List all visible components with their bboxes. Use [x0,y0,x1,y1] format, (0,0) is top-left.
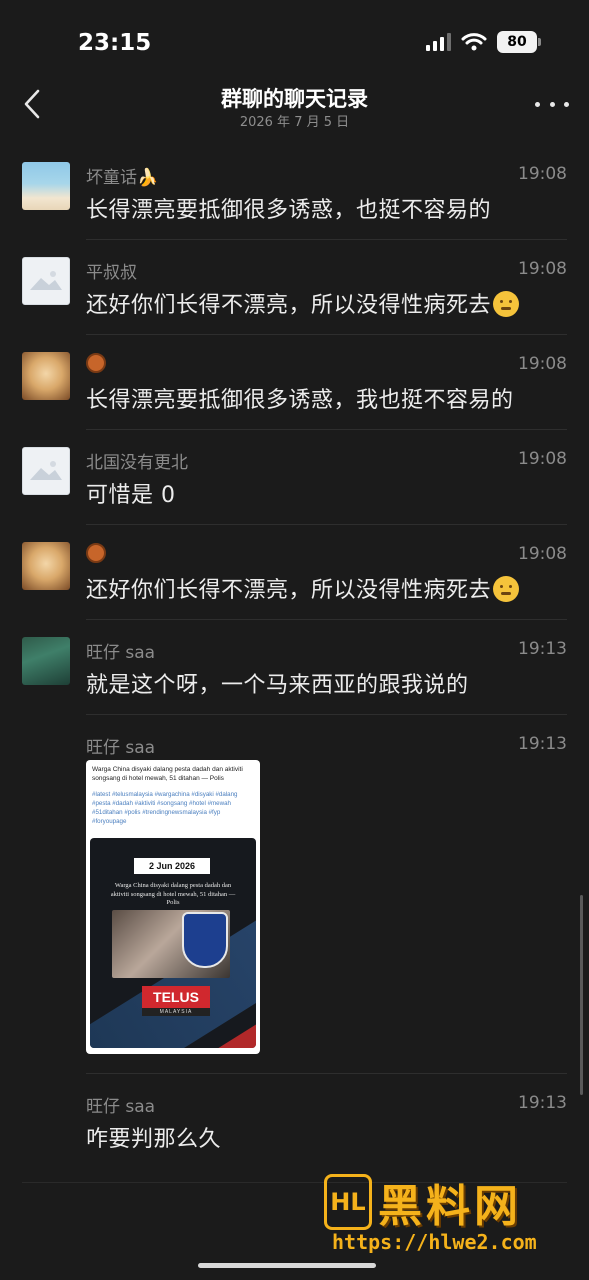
message-time: 19:08 [518,164,567,184]
landscape-placeholder-icon [30,271,62,290]
message-item[interactable]: 坏童话🍌 19:08 长得漂亮要抵御很多诱惑，也挺不容易的 [0,162,589,254]
page-title: 群聊的聊天记录 [221,87,368,111]
landscape-placeholder-icon [30,461,62,480]
more-button[interactable] [535,94,569,114]
message-item[interactable]: 旺仔 saa 19:13 Warga China disyaki dalang … [0,732,589,1062]
message-time: 19:13 [518,639,567,659]
more-dots-icon [535,101,540,107]
avatar[interactable] [22,257,70,305]
message-text: 长得漂亮要抵御很多诱惑，也挺不容易的 [86,198,492,223]
divider [86,239,567,240]
message-text: 咋要判那么久 [86,1127,222,1152]
signal-icon [426,33,451,51]
message-time: 19:08 [518,259,567,279]
message-time: 19:08 [518,354,567,374]
home-indicator[interactable] [198,1263,376,1268]
avatar[interactable] [22,447,70,495]
sender-name [86,543,106,564]
sender-name: 坏童话🍌 [86,168,159,188]
message-text: 就是这个呀，一个马来西亚的跟我说的 [86,673,469,698]
sender-name: 北国没有更北 [86,453,188,473]
thinking-face-icon [493,291,520,317]
basketball-icon [86,543,106,563]
watermark-url: https://hlwe2.com [332,1230,537,1254]
telus-logo-sub: MALAYSIA [142,1008,210,1016]
watermark-title: 黑料网 [378,1181,522,1232]
sender-name: 旺仔 saa [86,1097,156,1117]
sender-name: 旺仔 saa [86,738,156,758]
message-text: 还好你们长得不漂亮，所以没得性病死去 [86,287,520,319]
nav-bar: 群聊的聊天记录 2026 年 7 月 5 日 [0,80,589,136]
message-time: 19:13 [518,734,567,754]
page-subtitle: 2026 年 7 月 5 日 [239,115,350,130]
message-item[interactable]: 旺仔 saa 19:13 就是这个呀，一个马来西亚的跟我说的 [0,637,589,729]
video-date: 2 Jun 2026 [134,858,210,874]
status-icons: 80 [425,31,541,53]
message-time: 19:08 [518,544,567,564]
watermark-logo: HL [324,1174,372,1230]
divider [86,334,567,335]
avatar[interactable] [22,352,70,400]
status-bar: 23:15 80 [0,0,589,80]
wifi-icon [461,33,487,51]
divider [86,619,567,620]
post-title: Warga China disyaki dalang pesta dadah d… [92,766,243,782]
divider [86,524,567,525]
thinking-face-icon [493,576,520,602]
post-tags: #latest #telusmalaysia #wargachina #disy… [92,791,238,825]
divider [86,1073,567,1074]
message-item[interactable]: 北国没有更北 19:08 可惜是 0 [0,447,589,539]
shared-post-card[interactable]: Warga China disyaki dalang pesta dadah d… [86,760,260,1054]
message-item[interactable]: 19:08 还好你们长得不漂亮，所以没得性病死去 [0,542,589,634]
sender-name: 旺仔 saa [86,643,156,663]
basketball-icon [86,353,106,373]
divider [86,429,567,430]
avatar[interactable] [22,637,70,685]
telus-logo: TELUS [142,986,210,1008]
video-headline: Warga China disyaki dalang pesta dadah d… [110,882,236,906]
message-item[interactable]: 平叔叔 19:08 还好你们长得不漂亮，所以没得性病死去 [0,257,589,349]
divider [86,714,567,715]
sender-name: 平叔叔 [86,263,137,283]
status-time: 23:15 [78,30,152,56]
message-text: 长得漂亮要抵御很多诱惑，我也挺不容易的 [86,388,514,413]
battery-level: 80 [507,34,527,50]
avatar[interactable] [22,542,70,590]
battery-icon: 80 [497,31,541,53]
avatar[interactable] [22,162,70,210]
post-video-thumbnail[interactable]: 2 Jun 2026 Warga China disyaki dalang pe… [90,838,256,1048]
message-time: 19:08 [518,449,567,469]
scrollbar[interactable] [580,895,583,1095]
message-text: 还好你们长得不漂亮，所以没得性病死去 [86,572,520,604]
sender-name [86,353,106,374]
message-item[interactable]: 旺仔 saa 19:13 咋要判那么久 [0,1091,589,1171]
watermark: HL 黑料网 https://hlwe2.com [322,1172,572,1262]
police-badge-icon [182,912,228,968]
message-time: 19:13 [518,1093,567,1113]
message-text: 可惜是 0 [86,483,176,508]
message-item[interactable]: 19:08 长得漂亮要抵御很多诱惑，我也挺不容易的 [0,352,589,444]
